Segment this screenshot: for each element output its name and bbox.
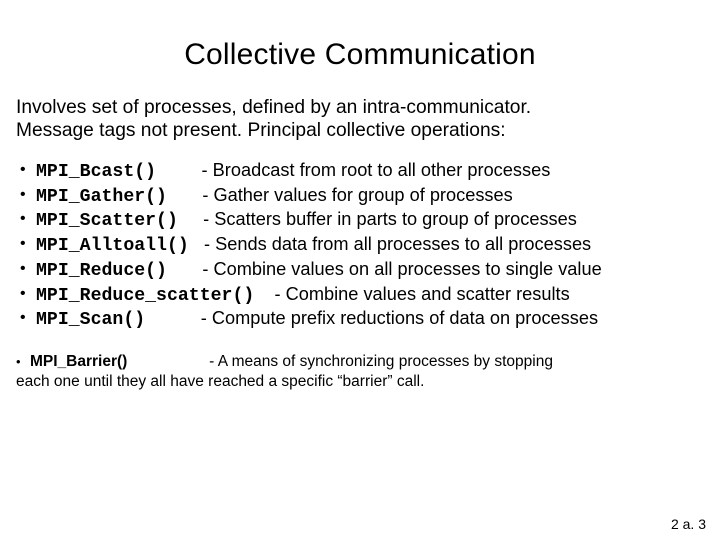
bullet-icon: • — [18, 208, 36, 230]
code-name: MPI_Reduce_scatter() — [36, 286, 254, 306]
list-item: • MPI_Alltoall() - Sends data from all p… — [18, 233, 704, 258]
intro-line-2: Message tags not present. Principal coll… — [16, 120, 506, 141]
bullet-icon: • — [16, 354, 30, 371]
bullet-icon: • — [18, 233, 36, 255]
intro-text: Involves set of processes, defined by an… — [16, 96, 704, 143]
operation-list: • MPI_Bcast() - Broadcast from root to a… — [16, 159, 704, 332]
gap — [189, 234, 204, 254]
list-item: • MPI_Bcast() - Broadcast from root to a… — [18, 159, 704, 184]
description-line-2: each one until they all have reached a s… — [16, 373, 424, 390]
page-number: 2 a. 3 — [671, 516, 706, 532]
code-name: MPI_Gather() — [36, 187, 167, 207]
list-item: • MPI_Scan() - Compute prefix reductions… — [18, 307, 704, 332]
sub-note: •MPI_Barrier() - A means of synchronizin… — [16, 352, 704, 392]
list-item: • MPI_Reduce() - Combine values on all p… — [18, 258, 704, 283]
code-name: MPI_Bcast() — [36, 162, 156, 182]
intro-line-1: Involves set of processes, defined by an… — [16, 97, 531, 118]
list-item-text: MPI_Scatter() - Scatters buffer in parts… — [36, 208, 577, 233]
description: - Broadcast from root to all other proce… — [202, 160, 551, 180]
description: - Scatters buffer in parts to group of p… — [203, 209, 577, 229]
gap — [167, 185, 202, 205]
code-name: MPI_Barrier() — [30, 353, 127, 370]
bullet-icon: • — [18, 159, 36, 181]
bullet-icon: • — [18, 258, 36, 280]
list-item-text: MPI_Reduce_scatter() - Combine values an… — [36, 283, 570, 308]
list-item-text: MPI_Gather() - Gather values for group o… — [36, 184, 513, 209]
description: - Combine values on all processes to sin… — [202, 259, 601, 279]
description-line-1: - A means of synchronizing processes by … — [209, 353, 553, 370]
list-item: • MPI_Reduce_scatter() - Combine values … — [18, 283, 704, 308]
gap — [254, 284, 274, 304]
bullet-icon: • — [18, 307, 36, 329]
gap — [145, 308, 201, 328]
description: - Compute prefix reductions of data on p… — [201, 308, 598, 328]
bullet-icon: • — [18, 283, 36, 305]
description: - Sends data from all processes to all p… — [204, 234, 591, 254]
list-item-text: MPI_Scan() - Compute prefix reductions o… — [36, 307, 598, 332]
page-title: Collective Communication — [16, 38, 704, 72]
list-item-text: MPI_Bcast() - Broadcast from root to all… — [36, 159, 550, 184]
list-item-text: MPI_Alltoall() - Sends data from all pro… — [36, 233, 591, 258]
code-name: MPI_Alltoall() — [36, 236, 189, 256]
slide: Collective Communication Involves set of… — [0, 0, 720, 540]
list-item-text: MPI_Reduce() - Combine values on all pro… — [36, 258, 602, 283]
gap — [127, 353, 209, 370]
code-name: MPI_Scan() — [36, 310, 145, 330]
list-item: • MPI_Gather() - Gather values for group… — [18, 184, 704, 209]
gap — [178, 209, 203, 229]
bullet-icon: • — [18, 184, 36, 206]
code-name: MPI_Reduce() — [36, 261, 167, 281]
code-name: MPI_Scatter() — [36, 211, 178, 231]
gap — [156, 160, 201, 180]
description: - Gather values for group of processes — [202, 185, 512, 205]
gap — [167, 259, 202, 279]
description: - Combine values and scatter results — [275, 284, 570, 304]
list-item: • MPI_Scatter() - Scatters buffer in par… — [18, 208, 704, 233]
